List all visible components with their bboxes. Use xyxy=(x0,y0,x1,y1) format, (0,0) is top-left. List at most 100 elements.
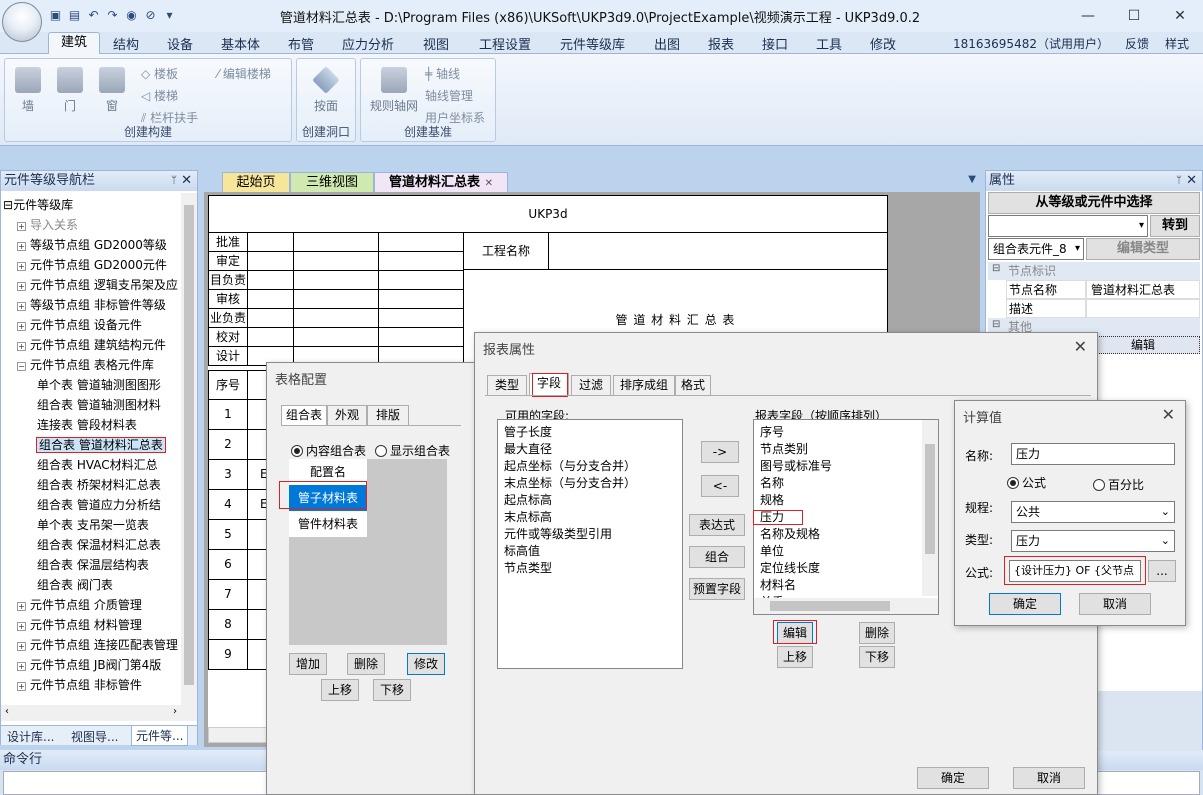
available-field-item[interactable]: 节点类型 xyxy=(498,560,682,577)
report-field-item[interactable]: 名称及规格 xyxy=(754,526,922,543)
tab-appearance[interactable]: 外观 xyxy=(327,405,367,425)
cancel-button[interactable]: 取消 xyxy=(1079,593,1151,615)
expand-icon[interactable]: + xyxy=(17,262,26,271)
expand-icon[interactable]: + xyxy=(17,682,26,691)
goto-button[interactable]: 转到 xyxy=(1150,215,1200,237)
node-select-combo[interactable]: ▾ xyxy=(988,215,1148,237)
hide-icon[interactable]: ⊘ xyxy=(143,8,158,23)
available-field-item[interactable]: 标高值 xyxy=(498,543,682,560)
tab-start-page[interactable]: 起始页 xyxy=(222,172,290,192)
name-input[interactable]: 压力 xyxy=(1011,443,1175,465)
tab-drawing[interactable]: 出图 xyxy=(654,34,680,53)
chevron-left-icon[interactable]: ‹ xyxy=(5,706,9,717)
list-vertical-scrollbar[interactable] xyxy=(922,420,938,596)
vertical-scrollbar[interactable] xyxy=(181,193,197,705)
eye-icon[interactable]: ◉ xyxy=(124,8,139,23)
tab-3d-view[interactable]: 三维视图 xyxy=(290,172,374,192)
report-field-item[interactable]: 单位 xyxy=(754,543,922,560)
expand-icon[interactable]: + xyxy=(17,222,26,231)
edit-stairs-button[interactable]: ⁄ 编辑楼梯 xyxy=(217,65,271,82)
by-face-button[interactable]: 按面 xyxy=(309,66,343,114)
save-icon[interactable]: ▣ xyxy=(48,8,63,23)
edit-row-button[interactable]: 编辑 xyxy=(1086,336,1200,354)
tree-item[interactable]: 组合表 管道轴测图材料 xyxy=(37,395,161,415)
field-up-button[interactable]: 上移 xyxy=(777,646,813,668)
move-down-button[interactable]: 下移 xyxy=(373,679,411,701)
tab-format[interactable]: 格式 xyxy=(675,375,711,395)
prop-value[interactable]: 管道材料汇总表 xyxy=(1086,280,1200,299)
available-field-item[interactable]: 最大直径 xyxy=(498,441,682,458)
expand-icon[interactable]: + xyxy=(17,662,26,671)
close-icon[interactable]: ✕ xyxy=(181,171,192,191)
close-icon[interactable]: ✕ xyxy=(485,178,493,189)
wall-button[interactable]: 墙 xyxy=(11,67,45,114)
tree-item[interactable]: + 元件节点组 逻辑支吊架及应 xyxy=(17,275,178,295)
edit-type-button[interactable]: 编辑类型 xyxy=(1086,238,1200,260)
ok-button[interactable]: 确定 xyxy=(989,593,1061,615)
available-field-item[interactable]: 末点标高 xyxy=(498,509,682,526)
add-button[interactable]: 增加 xyxy=(289,653,327,675)
tab-architecture[interactable]: 建筑 xyxy=(48,32,100,55)
tree-item[interactable]: + 元件节点组 材料管理 xyxy=(17,615,142,635)
close-icon[interactable]: ✕ xyxy=(1074,337,1087,356)
pin-icon[interactable]: ᛘ xyxy=(171,171,177,191)
available-field-item[interactable]: 管子长度 xyxy=(498,424,682,441)
tab-filter[interactable]: 过滤 xyxy=(571,375,611,395)
maximize-button[interactable]: ☐ xyxy=(1111,0,1157,32)
tree-item[interactable]: 组合表 桥架材料汇总表 xyxy=(37,475,161,495)
expand-icon[interactable]: + xyxy=(17,322,26,331)
tab-component-navigator[interactable]: 元件等... xyxy=(131,726,189,746)
expand-icon[interactable]: + xyxy=(17,242,26,251)
tree-item[interactable]: 组合表 管道材料汇总表 xyxy=(36,435,166,455)
list-horizontal-scrollbar[interactable] xyxy=(754,598,938,614)
tree-item[interactable]: + 元件节点组 建筑结构元件 xyxy=(17,335,166,355)
report-field-item[interactable]: 规格 xyxy=(754,492,922,509)
tab-project-settings[interactable]: 工程设置 xyxy=(479,34,531,53)
tab-design-library[interactable]: 设计库... xyxy=(7,728,54,745)
tree-item[interactable]: 连接表 管段材料表 xyxy=(37,415,137,435)
expression-button[interactable]: 表达式 xyxy=(689,514,745,536)
stairs-button[interactable]: ◁ 楼梯 xyxy=(141,87,178,104)
tree-item[interactable]: + 元件节点组 设备元件 xyxy=(17,315,142,335)
element-type-combo[interactable]: 组合表元件_8 ▾ xyxy=(988,238,1084,260)
report-field-item[interactable]: 定位线长度 xyxy=(754,560,922,577)
close-icon[interactable]: ✕ xyxy=(1162,405,1175,424)
undo-icon[interactable]: ↶ xyxy=(86,8,101,23)
tab-report[interactable]: 报表 xyxy=(708,34,734,53)
report-field-item[interactable]: 名称 xyxy=(754,475,922,492)
rule-select[interactable]: 公共 ⌄ xyxy=(1011,501,1175,523)
expand-icon[interactable]: + xyxy=(17,282,26,291)
application-menu-button[interactable] xyxy=(2,2,42,42)
tree-item[interactable]: 组合表 阀门表 xyxy=(37,575,113,595)
type-select[interactable]: 压力 ⌄ xyxy=(1011,530,1175,552)
tab-structure[interactable]: 结构 xyxy=(113,34,139,53)
close-icon[interactable]: ✕ xyxy=(1186,171,1197,191)
formula-browse-button[interactable]: ... xyxy=(1148,560,1176,582)
add-field-button[interactable]: -> xyxy=(701,441,739,463)
report-field-item[interactable]: 序号 xyxy=(754,424,922,441)
tree-item[interactable]: 组合表 保温层结构表 xyxy=(37,555,149,575)
tree-item[interactable]: 单个表 管道轴测图图形 xyxy=(37,375,161,395)
select-from-library-button[interactable]: 从等级或元件中选择 xyxy=(988,192,1200,214)
tree-item[interactable]: + 元件节点组 GD2000元件 xyxy=(17,255,167,275)
chevron-down-icon[interactable]: ▾ xyxy=(162,8,177,23)
tree-item[interactable]: + 元件节点组 JB阀门第4版 xyxy=(17,655,161,675)
scrollbar-thumb[interactable] xyxy=(770,601,890,611)
tab-component-library[interactable]: 元件等级库 xyxy=(560,34,625,53)
style-menu[interactable]: 样式 xyxy=(1165,35,1189,52)
tab-interface[interactable]: 接口 xyxy=(762,34,788,53)
expand-icon[interactable]: + xyxy=(17,642,26,651)
chevron-down-icon[interactable]: ▼ xyxy=(968,174,976,185)
tab-view[interactable]: 视图 xyxy=(423,34,449,53)
collapse-icon[interactable]: ⊟ xyxy=(992,319,1000,330)
redo-icon[interactable]: ↷ xyxy=(105,8,120,23)
pin-icon[interactable]: ᛘ xyxy=(1176,171,1182,191)
tab-view-navigator[interactable]: 视图导... xyxy=(71,728,118,745)
delete-field-button[interactable]: 删除 xyxy=(859,622,895,644)
tab-combo-table[interactable]: 组合表 xyxy=(281,405,327,425)
tree-item[interactable]: + 元件节点组 介质管理 xyxy=(17,595,142,615)
user-account[interactable]: 18163695482（试用用户） xyxy=(953,35,1109,52)
expand-icon[interactable]: + xyxy=(17,302,26,311)
field-down-button[interactable]: 下移 xyxy=(859,646,895,668)
tab-layout[interactable]: 排版 xyxy=(367,405,409,425)
